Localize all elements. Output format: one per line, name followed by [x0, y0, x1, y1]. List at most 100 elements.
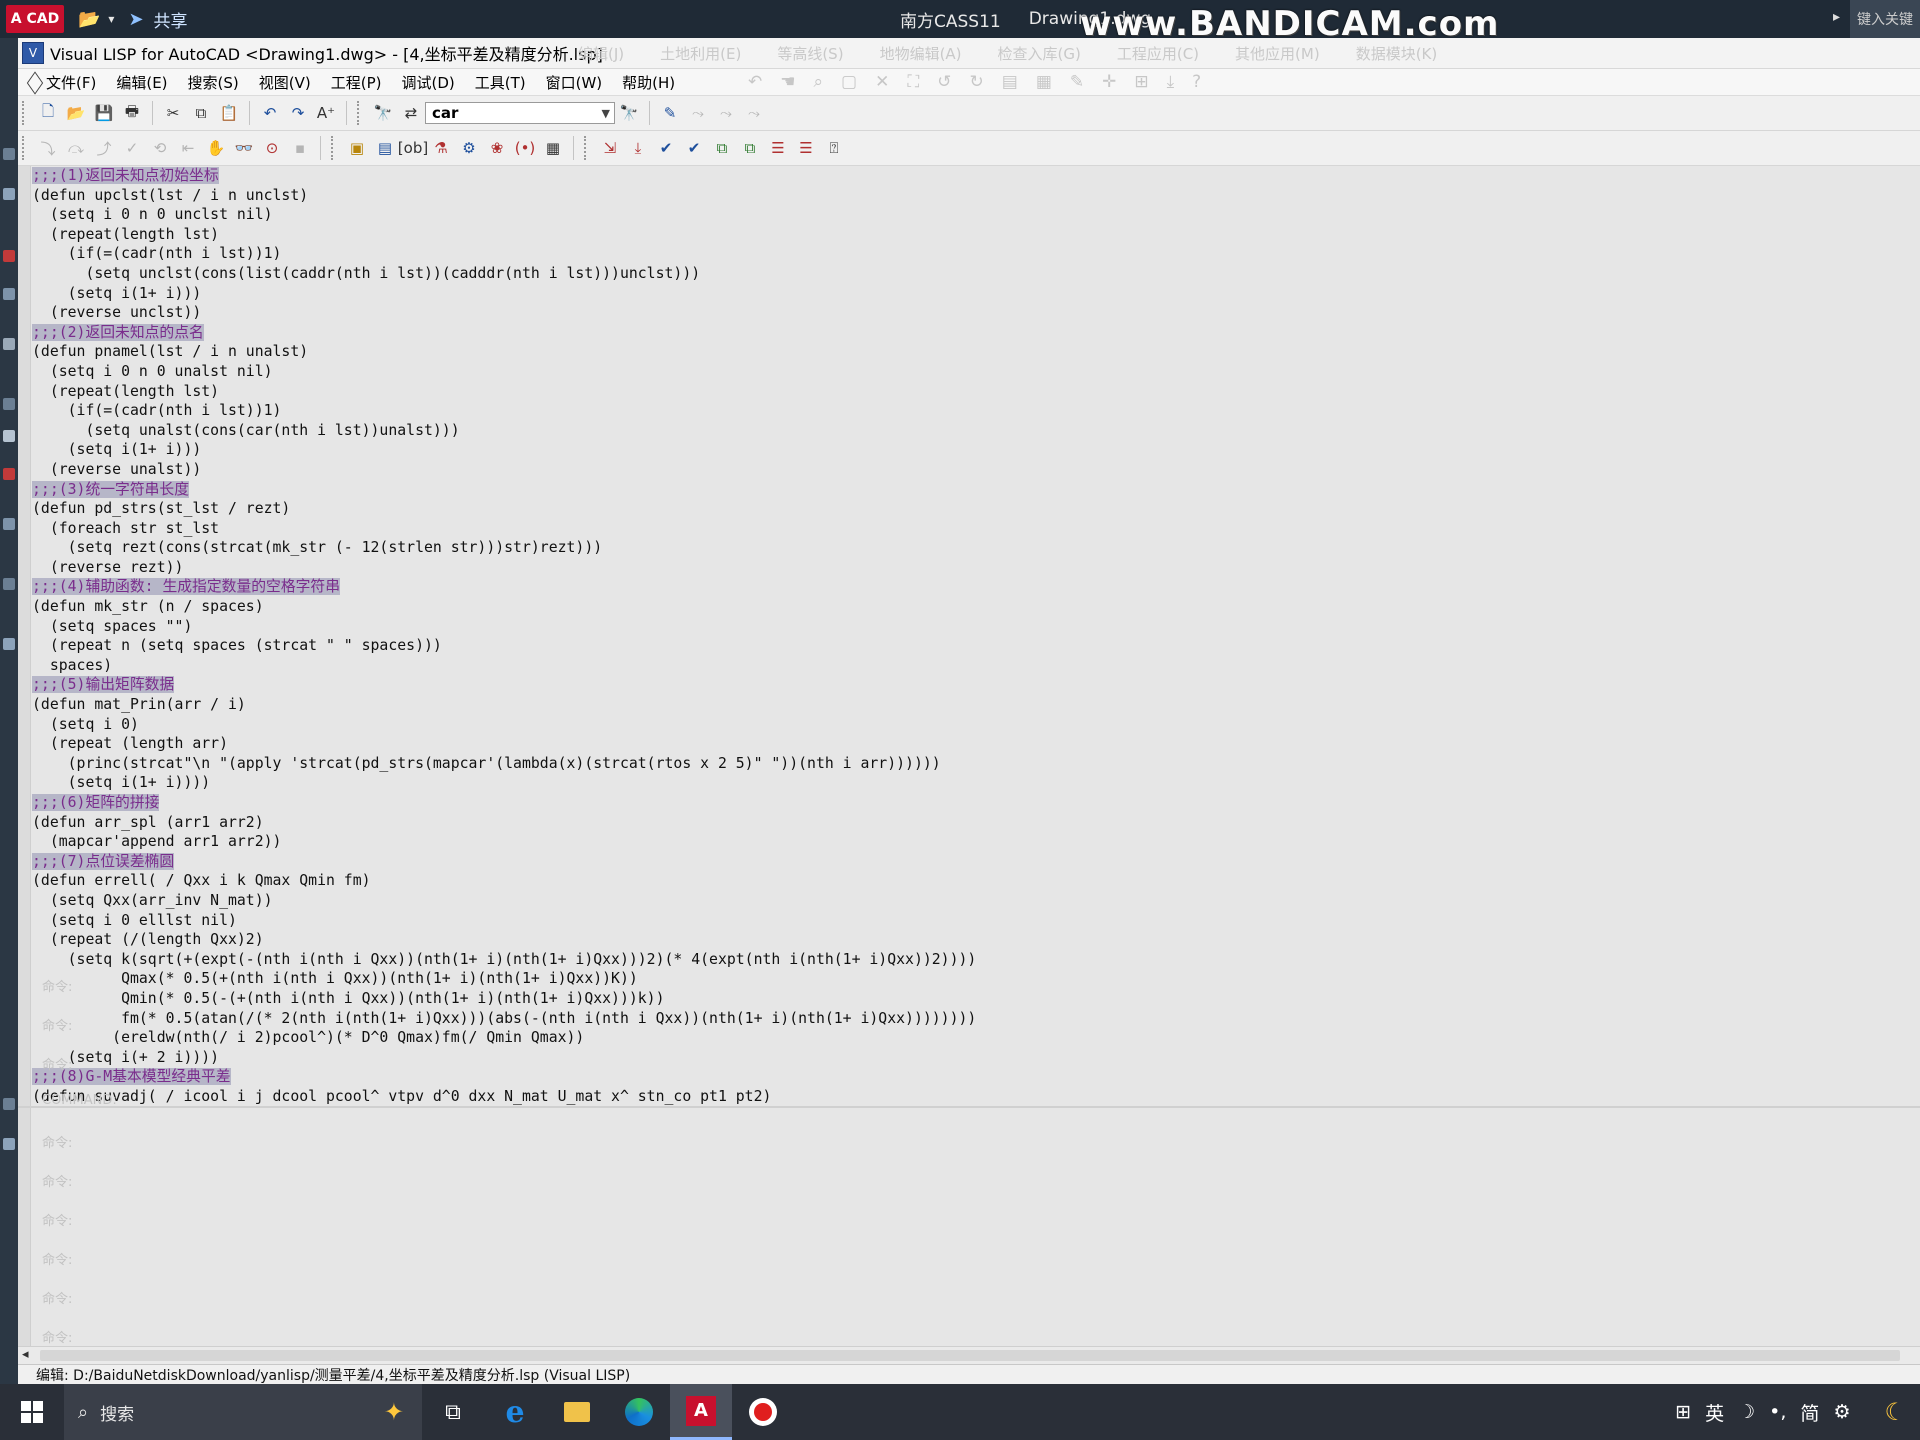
paste-icon[interactable]: 📋	[218, 102, 240, 124]
code-line[interactable]: (defun suvadj( / icool i j dcool pcool^ …	[32, 1087, 1912, 1106]
code-line[interactable]: ;;;(6)矩阵的拼接	[32, 793, 1912, 813]
code-line[interactable]: (defun mk_str (n / spaces)	[32, 597, 1912, 617]
autocad-logo[interactable]: A CAD	[6, 5, 64, 33]
replace-icon[interactable]: ⇄	[400, 102, 422, 124]
prev-bookmark-icon[interactable]: ⤳	[715, 102, 737, 124]
code-line[interactable]: (setq Qxx(arr_inv N_mat))	[32, 891, 1912, 911]
start-button[interactable]	[0, 1384, 64, 1440]
apropos-icon[interactable]: ❀	[486, 137, 508, 159]
copy-icon[interactable]: ⧉	[190, 102, 212, 124]
code-line[interactable]: ;;;(4)辅助函数: 生成指定数量的空格字符串	[32, 577, 1912, 597]
share-button[interactable]: 共享	[154, 7, 188, 32]
edge-browser-icon[interactable]	[608, 1384, 670, 1440]
tool-icon[interactable]	[3, 468, 15, 480]
tool-icon[interactable]	[3, 638, 15, 650]
code-line[interactable]: ;;;(8)G-M基本模型经典平差	[32, 1067, 1912, 1087]
code-line[interactable]: (foreach str st_lst	[32, 519, 1912, 539]
toolbar-grip[interactable]	[357, 101, 363, 125]
code-line[interactable]: (setq unalst(cons(car(nth i lst))unalst)…	[32, 421, 1912, 441]
command-search-box[interactable]: 键入关键	[1850, 0, 1920, 38]
code-line[interactable]: (repeat (length arr)	[32, 734, 1912, 754]
code-line[interactable]: (defun errell( / Qxx i k Qmax Qmin fm)	[32, 871, 1912, 891]
find-toolbar-icon[interactable]: 🔭	[618, 102, 640, 124]
trace-icon[interactable]: ⚗	[430, 137, 452, 159]
code-line[interactable]: (defun mat_Prin(arr / i)	[32, 695, 1912, 715]
load-active-window-icon[interactable]: ⇲	[599, 137, 621, 159]
dropdown-arrow-icon[interactable]: ▾	[108, 12, 114, 26]
tool-icon[interactable]	[3, 1138, 15, 1150]
ime-mode[interactable]: 简	[1800, 1399, 1819, 1426]
uncomment-block-icon[interactable]: ☰	[795, 137, 817, 159]
tool-icon[interactable]	[3, 148, 15, 160]
step-into-icon[interactable]: ⤵	[37, 137, 59, 159]
ime-grid-icon[interactable]: ⊞	[1675, 1401, 1691, 1423]
tool-icon[interactable]	[3, 188, 15, 200]
help-icon[interactable]: ⍰	[823, 137, 845, 159]
code-line[interactable]: (setq i(1+ i)))	[32, 440, 1912, 460]
code-line[interactable]: (repeat n (setq spaces (strcat " " space…	[32, 636, 1912, 656]
code-line[interactable]: (reverse unalst))	[32, 460, 1912, 480]
internet-explorer-icon[interactable]: e	[484, 1384, 546, 1440]
reset-icon[interactable]: ⇤	[177, 137, 199, 159]
code-line[interactable]: ;;;(1)返回未知点初始坐标	[32, 166, 1912, 186]
menu-window[interactable]: 窗口(W)	[536, 72, 613, 93]
search-input[interactable]: car ▼	[425, 102, 615, 124]
last-break-icon[interactable]: ⊙	[261, 137, 283, 159]
code-line[interactable]: fm(* 0.5(atan(/(* 2(nth i(nth(1+ i)Qxx))…	[32, 1009, 1912, 1029]
open-file-icon[interactable]: 📂	[65, 102, 87, 124]
comment-block-icon[interactable]: ☰	[767, 137, 789, 159]
scrollbar-thumb[interactable]	[40, 1350, 1900, 1361]
menu-debug[interactable]: 调试(D)	[391, 72, 464, 93]
next-bookmark-icon[interactable]: ⤳	[687, 102, 709, 124]
chevron-down-icon[interactable]: ▼	[602, 107, 610, 120]
code-line[interactable]: (setq i 0)	[32, 715, 1912, 735]
code-line[interactable]: ;;;(2)返回未知点的点名	[32, 323, 1912, 343]
code-line[interactable]: (setq i 0 elllst nil)	[32, 911, 1912, 931]
load-selection-icon[interactable]: ⤓	[627, 137, 649, 159]
code-line[interactable]: ;;;(7)点位误差椭圆	[32, 852, 1912, 872]
code-line[interactable]: (defun pnamel(lst / i n unalst)	[32, 342, 1912, 362]
check-window-icon[interactable]: ✔	[655, 137, 677, 159]
code-line[interactable]: ;;;(3)统一字符串长度	[32, 480, 1912, 500]
code-line[interactable]: (if(=(cadr(nth i lst))1)	[32, 401, 1912, 421]
bandicam-record-icon[interactable]	[732, 1384, 794, 1440]
tool-icon[interactable]	[3, 518, 15, 530]
debug-extra-icon[interactable]: ▪	[289, 137, 311, 159]
step-out-icon[interactable]: ⤴	[93, 137, 115, 159]
code-line[interactable]: (defun upclst(lst / i n unclst)	[32, 186, 1912, 206]
menu-project[interactable]: 工程(P)	[321, 72, 392, 93]
continue-icon[interactable]: ✓	[121, 137, 143, 159]
expand-arrow-icon[interactable]: ▸	[1833, 9, 1840, 25]
taskbar-search[interactable]: ⌕ 搜索 ✦	[64, 1384, 422, 1440]
symbol-service-icon[interactable]: ⚙	[458, 137, 480, 159]
code-line[interactable]: ;;;(5)输出矩阵数据	[32, 675, 1912, 695]
code-line[interactable]: (mapcar'append arr1 arr2))	[32, 832, 1912, 852]
toolbar-grip[interactable]	[22, 136, 28, 160]
code-line[interactable]: (setq k(sqrt(+(expt(-(nth i(nth i Qxx))(…	[32, 950, 1912, 970]
code-line[interactable]: (if(=(cadr(nth i lst))1)	[32, 244, 1912, 264]
window-list-icon[interactable]: ▤	[374, 137, 396, 159]
format-selection-icon[interactable]: ⧉	[739, 137, 761, 159]
code-line[interactable]: (setq unclst(cons(list(caddr(nth i lst))…	[32, 264, 1912, 284]
tool-icon[interactable]	[3, 578, 15, 590]
code-line[interactable]: (setq i 0 n 0 unalst nil)	[32, 362, 1912, 382]
new-file-icon[interactable]: 🗋	[37, 102, 59, 124]
step-over-icon[interactable]: ⤼	[65, 137, 87, 159]
ime-settings-icon[interactable]: ⚙	[1833, 1401, 1850, 1423]
code-line[interactable]: (defun pd_strs(st_lst / rezt)	[32, 499, 1912, 519]
activate-autocad-icon[interactable]: ▣	[346, 137, 368, 159]
cut-icon[interactable]: ✂	[162, 102, 184, 124]
code-line[interactable]: (setq i 0 n 0 unclst nil)	[32, 205, 1912, 225]
code-line[interactable]: (setq spaces "")	[32, 617, 1912, 637]
save-icon[interactable]: 💾	[93, 102, 115, 124]
task-view-icon[interactable]: ⧉	[422, 1384, 484, 1440]
ime-punctuation-icon[interactable]: •,	[1769, 1401, 1786, 1423]
code-line[interactable]: (setq i(1+ i)))	[32, 284, 1912, 304]
redo-icon[interactable]: ↷	[287, 102, 309, 124]
menu-help[interactable]: 帮助(H)	[612, 72, 685, 93]
code-line[interactable]: Qmax(* 0.5(+(nth i(nth i Qxx))(nth(1+ i)…	[32, 969, 1912, 989]
code-line[interactable]: (princ(strcat"\n "(apply 'strcat(pd_strs…	[32, 754, 1912, 774]
watch-window-icon[interactable]: (•)	[514, 137, 536, 159]
undo-icon[interactable]: ↶	[259, 102, 281, 124]
toolbar-grip[interactable]	[331, 136, 337, 160]
